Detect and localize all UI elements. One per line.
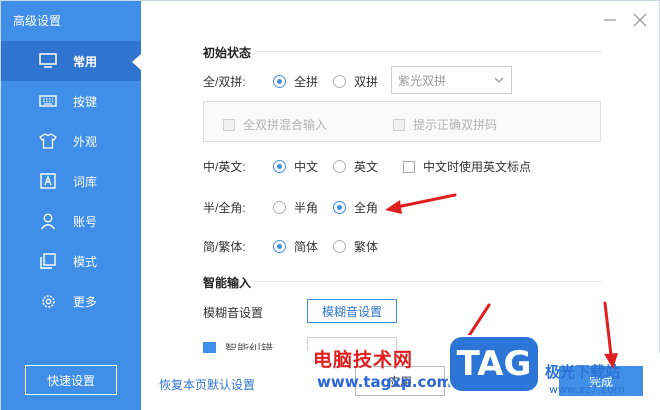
fuzzy-label: 模糊音设置	[203, 306, 264, 320]
width-label: 半/全角:	[203, 201, 246, 215]
radio-indicator	[333, 240, 346, 253]
radio-label: 简体	[294, 240, 319, 254]
radio-indicator	[273, 75, 286, 88]
keyboard-icon	[39, 92, 57, 110]
monitor-icon	[39, 52, 57, 70]
sidebar-item-keys[interactable]: 按键	[1, 81, 141, 121]
restore-defaults-link[interactable]: 恢复本页默认设置	[159, 376, 255, 393]
hint-code-checkbox[interactable]: 提示正确双拼码	[393, 116, 497, 133]
fuzzy-settings-button[interactable]: 模糊音设置	[307, 299, 397, 323]
sidebar-item-appearance[interactable]: 外观	[1, 121, 141, 161]
sidebar-item-dictionary[interactable]: 词库	[1, 161, 141, 201]
radio-label: 繁体	[354, 240, 379, 254]
radio-indicator	[333, 160, 346, 173]
radio-simplified[interactable]: 简体	[273, 238, 318, 255]
section-title-smart: 智能输入	[203, 276, 252, 290]
user-icon	[39, 212, 57, 230]
mode-icon	[39, 252, 57, 270]
tshirt-icon	[39, 132, 57, 150]
sidebar-item-label: 更多	[73, 294, 98, 309]
sidebar-item-label: 按键	[73, 94, 98, 109]
window-title: 高级设置	[13, 14, 62, 28]
double-pinyin-scheme-select[interactable]: 紫光双拼	[391, 66, 512, 94]
sidebar-item-common[interactable]: 常用	[1, 41, 141, 81]
checkbox-label: 提示正确双拼码	[413, 118, 498, 132]
pinyin-label: 全/双拼:	[203, 75, 246, 89]
radio-full-width[interactable]: 全角	[333, 199, 378, 216]
checkbox-label: 全双拼混合输入	[243, 118, 328, 132]
checkbox-label: 中文时使用英文标点	[423, 160, 532, 174]
smart-correction-label: 智能纠错	[225, 342, 274, 350]
lang-label: 中/英文:	[203, 160, 246, 174]
radio-full-pinyin[interactable]: 全拼	[273, 73, 318, 90]
checkbox-box	[403, 160, 415, 173]
radio-label: 全拼	[294, 75, 319, 89]
radio-label: 半角	[294, 201, 319, 215]
sidebar-item-mode[interactable]: 模式	[1, 241, 141, 281]
chevron-down-icon	[494, 77, 504, 83]
section-divider	[255, 281, 601, 282]
english-punct-checkbox[interactable]: 中文时使用英文标点	[403, 158, 531, 175]
sidebar-item-label: 外观	[73, 134, 98, 149]
radio-indicator	[273, 240, 286, 253]
radio-indicator	[333, 201, 346, 214]
settings-window: 高级设置 常用 按键 外观 词库 账号 模式 更多 快速设置 初始状态 全/双拼…	[0, 0, 660, 410]
sidebar-item-account[interactable]: 账号	[1, 201, 141, 241]
active-item-pointer	[132, 54, 141, 70]
gear-icon	[39, 292, 57, 310]
watermark-tag-logo: TAG	[448, 335, 540, 393]
radio-label: 中文	[294, 160, 319, 174]
mixed-input-checkbox[interactable]: 全双拼混合输入	[223, 116, 327, 133]
checkbox-box	[223, 118, 235, 131]
radio-indicator	[333, 75, 346, 88]
radio-english[interactable]: 英文	[333, 158, 378, 175]
sidebar-item-label: 常用	[73, 54, 98, 69]
sidebar-item-label: 账号	[73, 214, 98, 229]
script-label: 简/繁体:	[203, 240, 246, 254]
section-title-initial: 初始状态	[203, 46, 252, 60]
sidebar-item-label: 模式	[73, 254, 98, 269]
dictionary-icon	[39, 172, 57, 190]
radio-double-pinyin[interactable]: 双拼	[333, 73, 378, 90]
radio-indicator	[273, 160, 286, 173]
radio-label: 英文	[354, 160, 379, 174]
quick-setup-button[interactable]: 快速设置	[25, 365, 117, 395]
radio-label: 全角	[354, 201, 379, 215]
watermark-site-name: 极光下载站	[545, 363, 621, 381]
radio-traditional[interactable]: 繁体	[333, 238, 378, 255]
checkbox-box	[393, 118, 405, 131]
sidebar-item-label: 词库	[73, 174, 98, 189]
sidebar: 高级设置 常用 按键 外观 词库 账号 模式 更多 快速设置	[1, 1, 141, 410]
select-value: 紫光双拼	[398, 73, 447, 88]
radio-label: 双拼	[354, 75, 379, 89]
radio-half-width[interactable]: 半角	[273, 199, 318, 216]
watermark-site-url: www.xz7.com	[549, 383, 625, 396]
radio-chinese[interactable]: 中文	[273, 158, 318, 175]
section-divider	[255, 51, 601, 52]
sidebar-item-more[interactable]: 更多	[1, 281, 141, 321]
watermark-url: www.tagxp.com	[317, 373, 453, 391]
watermark-cn: 电脑技术网	[313, 349, 414, 371]
radio-indicator	[273, 201, 286, 214]
